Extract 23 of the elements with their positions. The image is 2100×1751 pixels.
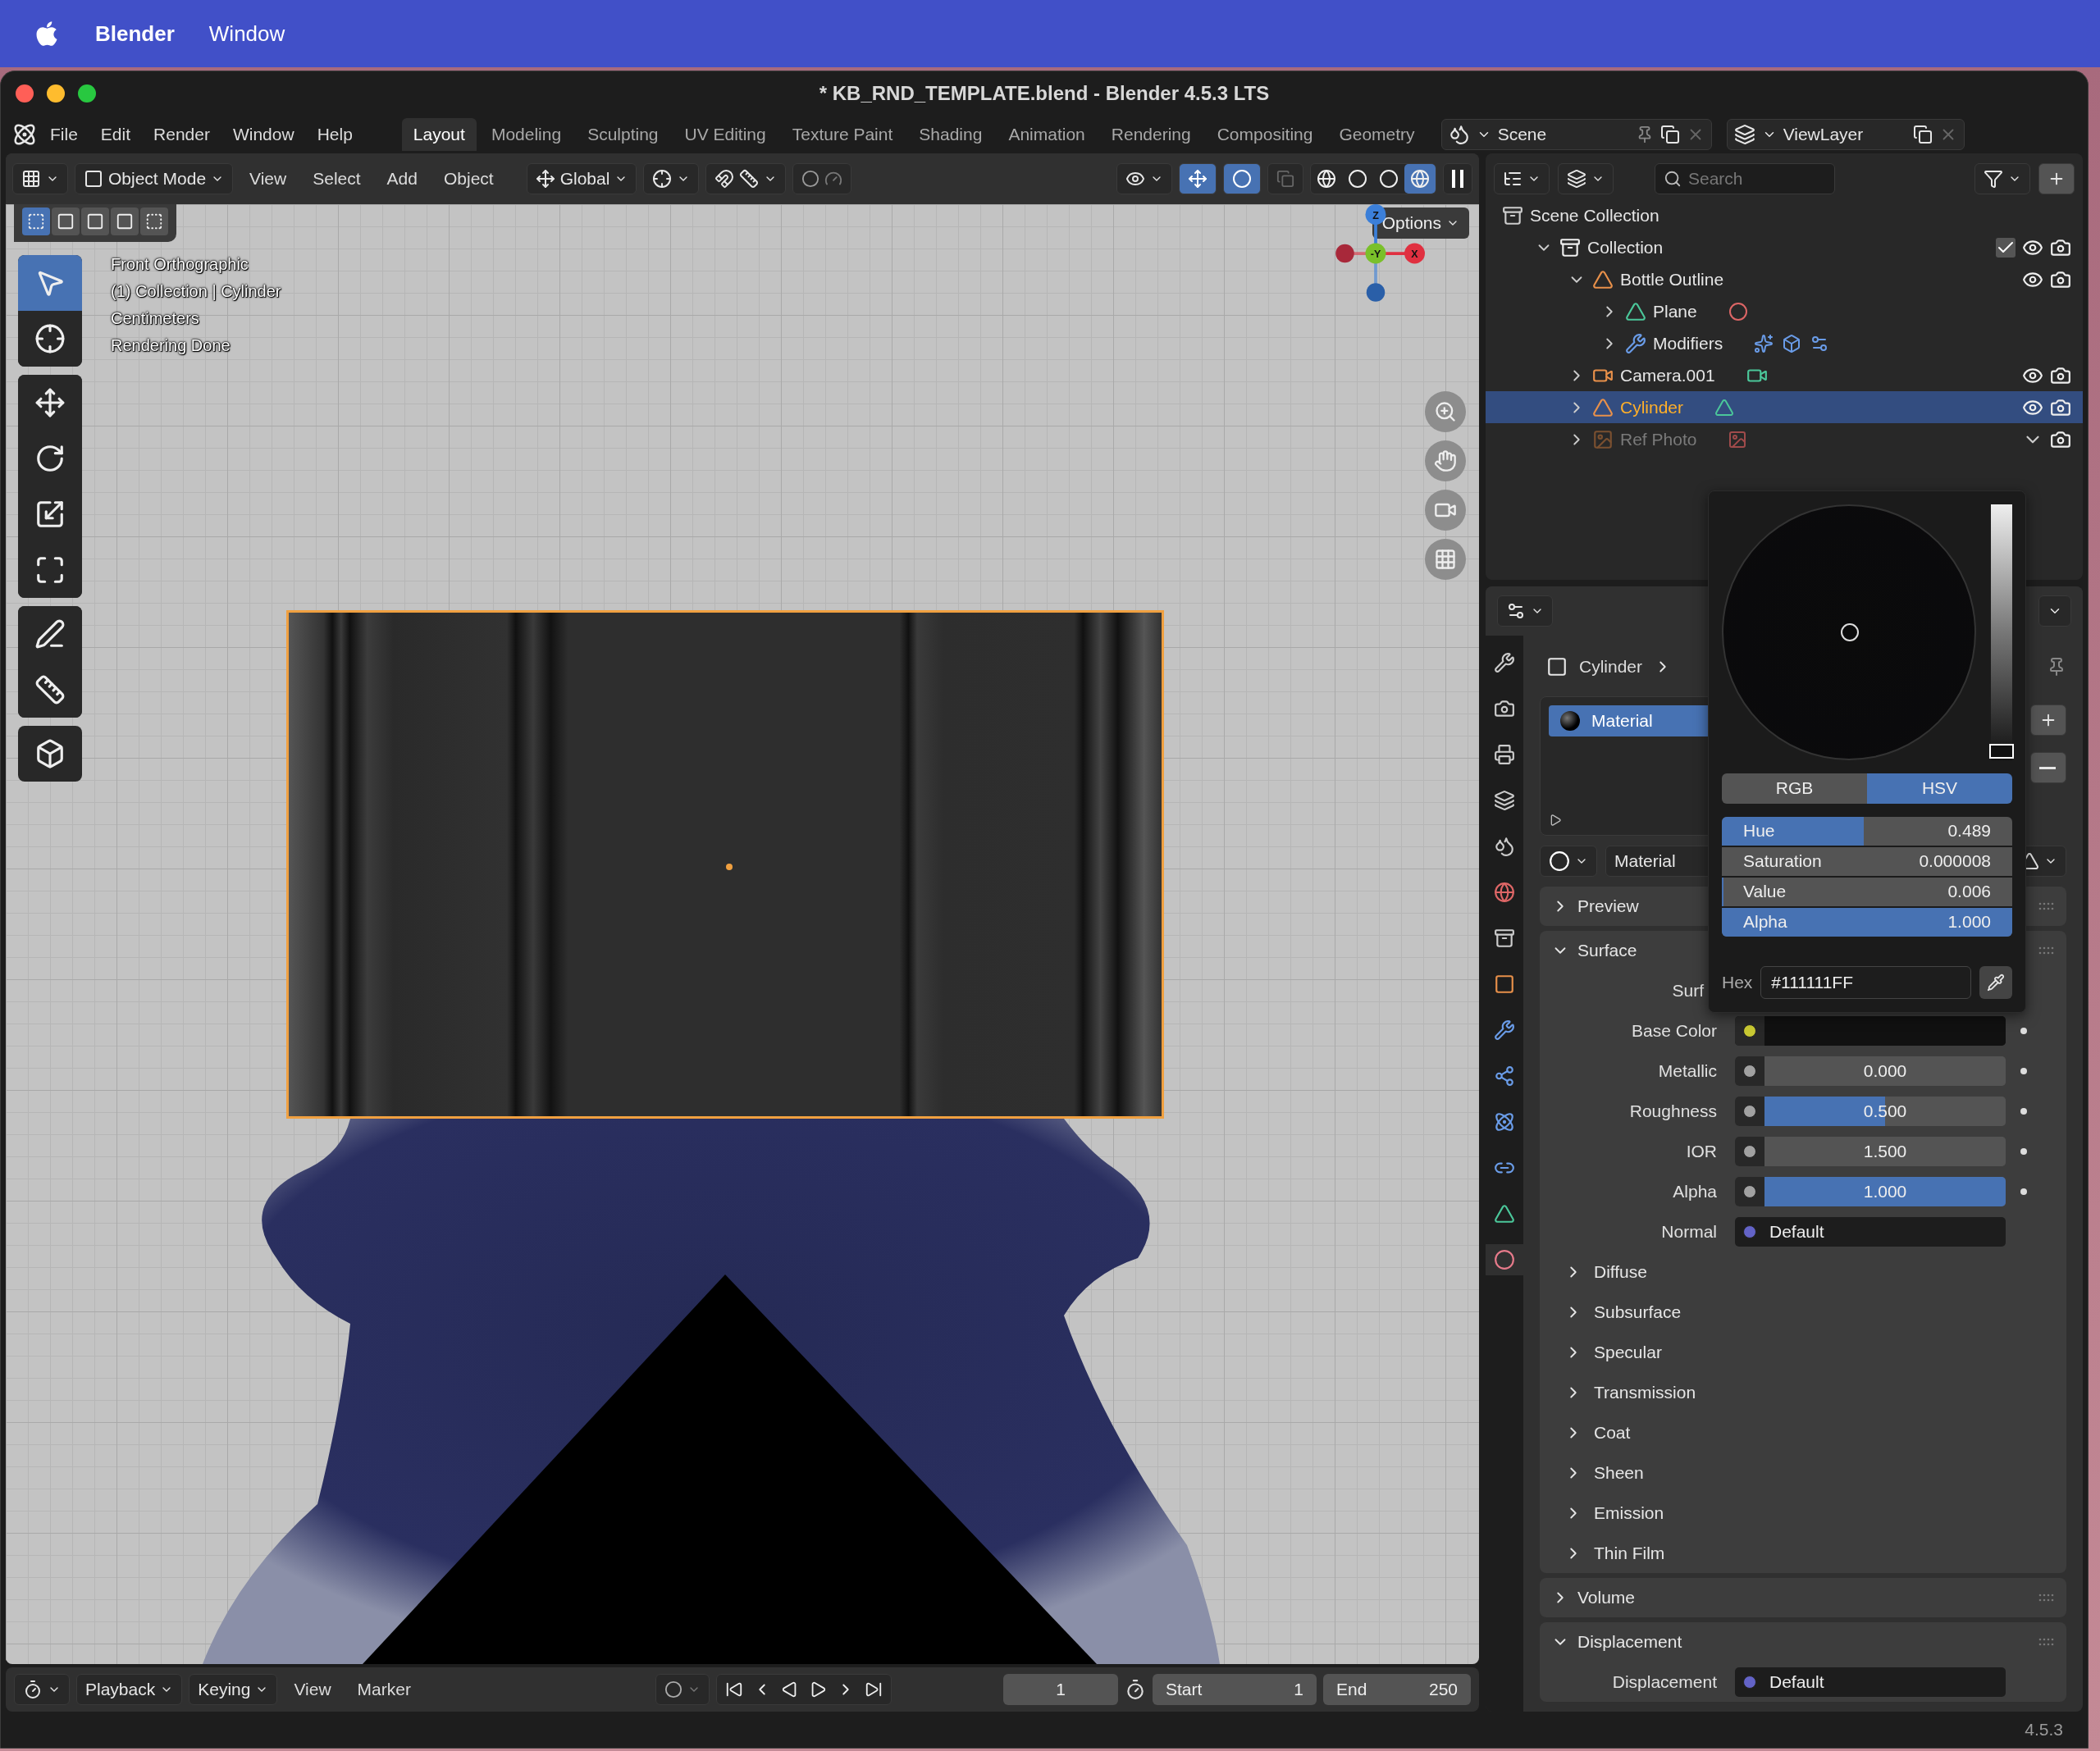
window-title: * KB_RND_TEMPLATE.blend - Blender 4.5.3 LTS — [818, 82, 1271, 105]
outliner-item-name: Camera.001 — [1620, 365, 1715, 385]
input-label: Metallic — [1657, 1060, 1718, 1081]
input-label: Alpha — [1672, 1181, 1718, 1202]
outliner-item-name: Modifiers — [1653, 333, 1723, 353]
hex-label: Hex — [1722, 973, 1753, 992]
outliner-item-name: Collection — [1587, 237, 1664, 258]
outliner-item-name: Bottle Outline — [1620, 269, 1724, 290]
viewport-info-text: Rendering Done — [111, 336, 231, 355]
input-label: IOR — [1685, 1141, 1718, 1161]
input-label: Normal — [1660, 1221, 1718, 1242]
version-label: 4.5.3 — [2025, 1720, 2063, 1740]
input-label: Base Color — [1631, 1020, 1718, 1041]
viewport-info-text: (1) Collection | Cylinder — [111, 282, 281, 301]
viewport-info-text: Front Orthographic — [111, 255, 249, 274]
outliner-item-name: Plane — [1653, 301, 1697, 321]
input-label: Roughness — [1628, 1101, 1718, 1121]
outliner-item-name: Cylinder — [1620, 397, 1684, 417]
input-label: Surf — [1671, 980, 1704, 1001]
input-label: Displacement — [1611, 1671, 1718, 1692]
outliner-item-name: Scene Collection — [1530, 205, 1659, 226]
outliner-item-name: Ref Photo — [1620, 429, 1697, 449]
viewport-info-text: Centimeters — [111, 309, 200, 328]
